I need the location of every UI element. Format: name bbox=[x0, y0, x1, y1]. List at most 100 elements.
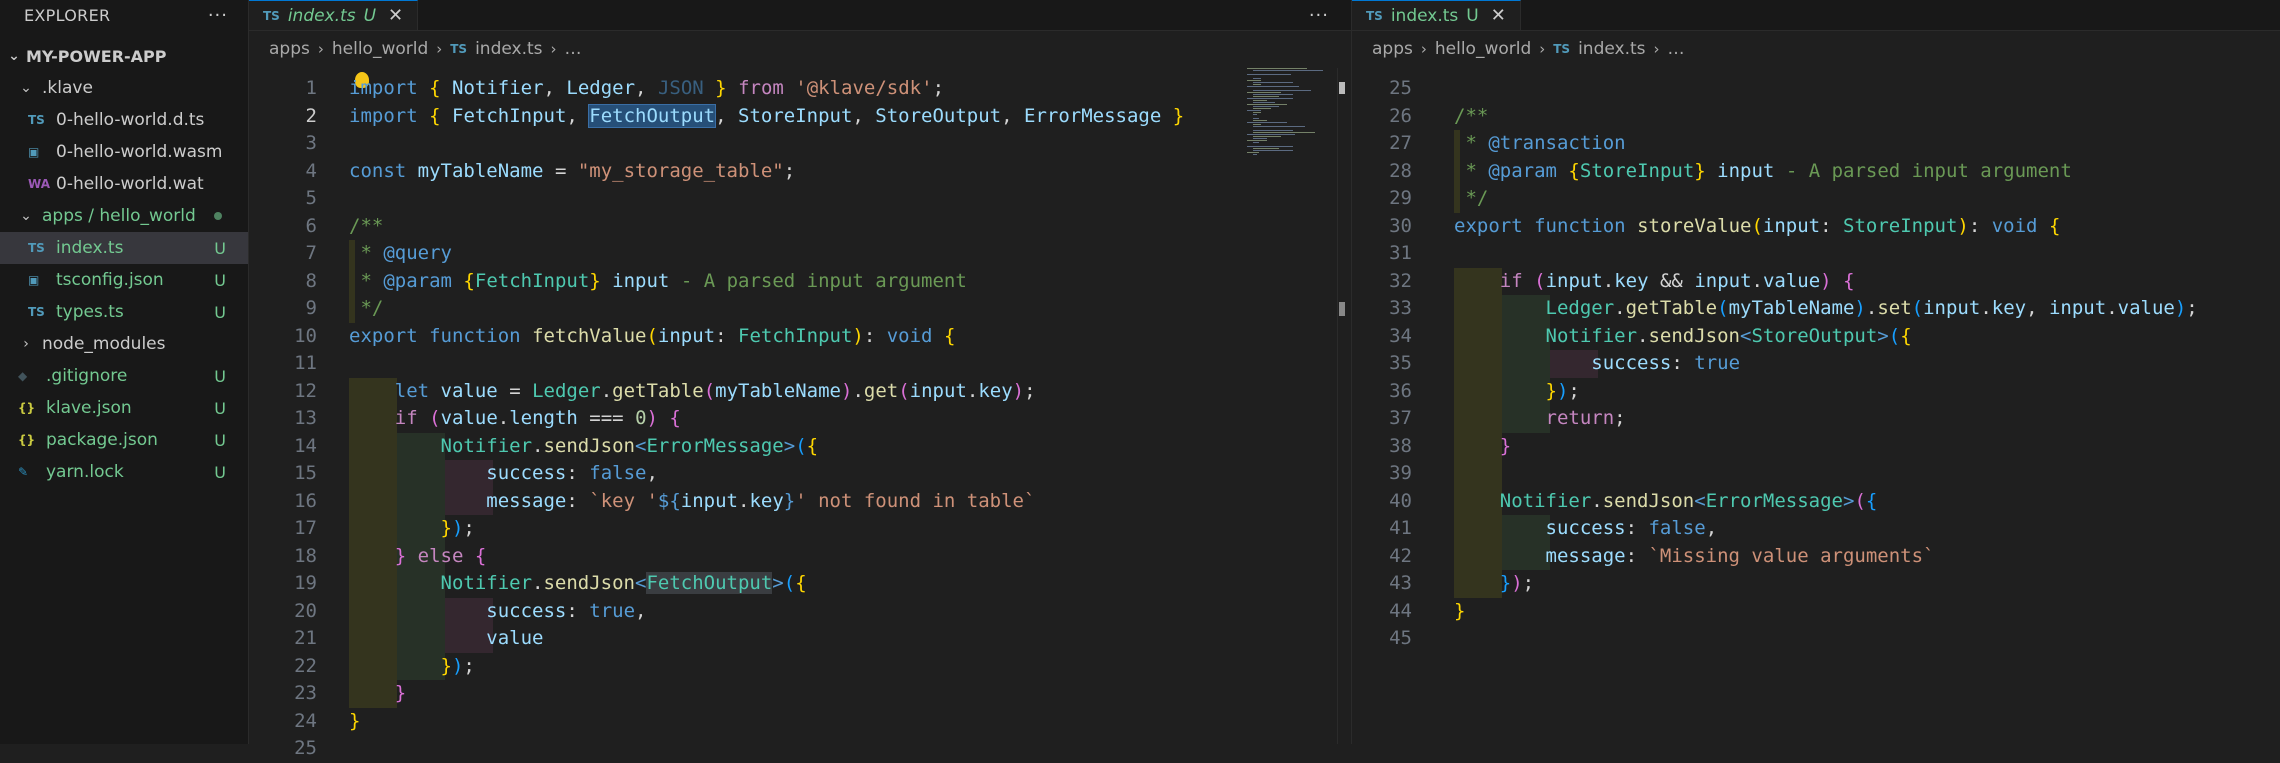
code-token: FetchOutput bbox=[646, 572, 773, 594]
code-line[interactable]: 34 Notifier.sendJson<StoreOutput>({ bbox=[1352, 323, 2280, 351]
code-line[interactable]: 26 /** bbox=[1352, 103, 2280, 131]
code-line[interactable]: 30 export function storeValue(input: Stor… bbox=[1352, 213, 2280, 241]
code-token: ( bbox=[1534, 269, 1546, 292]
line-number: 34 bbox=[1389, 324, 1412, 347]
code-editor-left[interactable]: 1 import { Notifier, Ledger, JSON } from … bbox=[249, 75, 1351, 763]
tree-file[interactable]: ▣ tsconfig.json U bbox=[0, 264, 248, 296]
tree-folder[interactable]: › node_modules bbox=[0, 328, 248, 360]
code-line[interactable]: 32 if (input.key && input.value) { bbox=[1352, 268, 2280, 296]
code-token: } bbox=[440, 654, 452, 677]
close-icon[interactable]: ✕ bbox=[1491, 5, 1506, 26]
code-line[interactable]: 16 message: `key '${input.key}' not foun… bbox=[249, 488, 1351, 516]
workspace-root[interactable]: ⌄ MY-POWER-APP bbox=[0, 40, 248, 72]
tree-file[interactable]: {} klave.json U bbox=[0, 392, 248, 424]
breadcrumb-item[interactable]: apps bbox=[1372, 39, 1413, 59]
code-token: */ bbox=[349, 297, 384, 319]
code-line[interactable]: 8 * @param {FetchInput} input - A parsed… bbox=[249, 268, 1351, 296]
code-line[interactable]: 43 }); bbox=[1352, 570, 2280, 598]
code-line[interactable]: 19 Notifier.sendJson<FetchOutput>({ bbox=[249, 570, 1351, 598]
code-line[interactable]: 39 bbox=[1352, 460, 2280, 488]
code-line[interactable]: 33 Ledger.getTable(myTableName).set(inpu… bbox=[1352, 295, 2280, 323]
code-line[interactable]: 40 Notifier.sendJson<ErrorMessage>({ bbox=[1352, 488, 2280, 516]
code-line[interactable]: 7 * @query bbox=[249, 240, 1351, 268]
code-line[interactable]: 45 bbox=[1352, 625, 2280, 653]
code-line[interactable]: 22 }); bbox=[249, 653, 1351, 681]
code-line[interactable]: 18 } else { bbox=[249, 543, 1351, 571]
code-line[interactable]: 29 */ bbox=[1352, 185, 2280, 213]
code-token: function bbox=[429, 324, 521, 347]
tree-file[interactable]: WA 0-hello-world.wat bbox=[0, 168, 248, 200]
tab-index-ts-right[interactable]: TS index.ts U ✕ bbox=[1352, 0, 1521, 30]
code-line[interactable]: 37 return; bbox=[1352, 405, 2280, 433]
code-line[interactable]: 4 const myTableName = "my_storage_table"; bbox=[249, 158, 1351, 186]
code-line[interactable]: 42 message: `Missing value arguments` bbox=[1352, 543, 2280, 571]
close-icon[interactable]: ✕ bbox=[388, 5, 403, 26]
code-line[interactable]: 14 Notifier.sendJson<ErrorMessage>({ bbox=[249, 433, 1351, 461]
code-line[interactable]: 12 let value = Ledger.getTable(myTableNa… bbox=[249, 378, 1351, 406]
editor-more-actions-icon[interactable]: ··· bbox=[1309, 5, 1329, 26]
code-line[interactable]: 11 bbox=[249, 350, 1351, 378]
code-line[interactable]: 2 import { FetchInput, FetchOutput, Store… bbox=[249, 103, 1351, 131]
code-token: ; bbox=[1568, 379, 1580, 402]
tree-file[interactable]: TS 0-hello-world.d.ts bbox=[0, 104, 248, 136]
code-line[interactable]: 3 bbox=[249, 130, 1351, 158]
code-line[interactable]: 6 /** bbox=[249, 213, 1351, 241]
code-line[interactable]: 13 if (value.length === 0) { bbox=[249, 405, 1351, 433]
breadcrumb-item[interactable]: index.ts bbox=[475, 39, 542, 59]
code-line[interactable]: 25 bbox=[249, 735, 1351, 763]
code-token: , bbox=[635, 599, 647, 622]
breadcrumb-item[interactable]: index.ts bbox=[1578, 39, 1645, 59]
tree-file[interactable]: ▣ 0-hello-world.wasm bbox=[0, 136, 248, 168]
code-line[interactable]: 15 success: false, bbox=[249, 460, 1351, 488]
code-line[interactable]: 5 bbox=[249, 185, 1351, 213]
code-token: . bbox=[2106, 297, 2118, 319]
code-line[interactable]: 23 } bbox=[249, 680, 1351, 708]
tree-folder[interactable]: ⌄ .klave bbox=[0, 72, 248, 104]
code-token: getTable bbox=[612, 379, 704, 402]
code-editor-right[interactable]: 25 26/** 27 * @transaction 28 * @param {Sto… bbox=[1352, 75, 2280, 653]
code-token: Notifier bbox=[440, 572, 533, 594]
code-line[interactable]: 9 */ bbox=[249, 295, 1351, 323]
code-line[interactable]: 28 * @param {StoreInput} input - A parse… bbox=[1352, 158, 2280, 186]
breadcrumb-item[interactable]: hello_world bbox=[1435, 39, 1531, 59]
explorer-more-icon[interactable]: ··· bbox=[208, 5, 228, 26]
code-line[interactable]: 25 bbox=[1352, 75, 2280, 103]
code-text: if (value.length === 0) { bbox=[325, 405, 681, 433]
tab-index-ts-left[interactable]: TS index.ts U ✕ bbox=[249, 0, 419, 30]
code-line[interactable]: 10 export function fetchValue(input: Fetc… bbox=[249, 323, 1351, 351]
code-line[interactable]: 31 bbox=[1352, 240, 2280, 268]
tree-file[interactable]: {} package.json U bbox=[0, 424, 248, 456]
code-line[interactable]: 1 import { Notifier, Ledger, JSON } from … bbox=[249, 75, 1351, 103]
breadcrumb-item[interactable]: … bbox=[1668, 39, 1685, 59]
code-text: value bbox=[325, 625, 543, 653]
code-line[interactable]: 36 }); bbox=[1352, 378, 2280, 406]
line-number: 33 bbox=[1389, 297, 1412, 319]
code-line[interactable]: 38 } bbox=[1352, 433, 2280, 461]
code-token: } bbox=[394, 682, 407, 704]
code-token: , bbox=[646, 462, 658, 484]
breadcrumb-item[interactable]: … bbox=[565, 39, 582, 59]
code-line[interactable]: 21 value bbox=[249, 625, 1351, 653]
tree-file[interactable]: ◆ .gitignore U bbox=[0, 360, 248, 392]
tree-file[interactable]: TS index.ts U bbox=[0, 232, 248, 264]
breadcrumb-item[interactable]: hello_world bbox=[332, 39, 428, 59]
breadcrumb-item[interactable]: apps bbox=[269, 39, 310, 59]
code-line[interactable]: 24} bbox=[249, 708, 1351, 736]
code-token: ( bbox=[1854, 489, 1866, 512]
code-line[interactable]: 17 }); bbox=[249, 515, 1351, 543]
tree-folder[interactable]: ⌄ apps / hello_world bbox=[0, 200, 248, 232]
code-line[interactable]: 44} bbox=[1352, 598, 2280, 626]
code-token: . bbox=[1865, 297, 1878, 319]
code-line[interactable]: 35 success: true bbox=[1352, 350, 2280, 378]
tree-file[interactable]: TS types.ts U bbox=[0, 296, 248, 328]
code-line[interactable]: 20 success: true, bbox=[249, 598, 1351, 626]
code-line[interactable]: 41 success: false, bbox=[1352, 515, 2280, 543]
tree-item-label: 0-hello-world.wat bbox=[56, 174, 204, 194]
code-line[interactable]: 27 * @transaction bbox=[1352, 130, 2280, 158]
code-token: ) bbox=[840, 379, 853, 402]
tree-file[interactable]: ✎ yarn.lock U bbox=[0, 456, 248, 488]
